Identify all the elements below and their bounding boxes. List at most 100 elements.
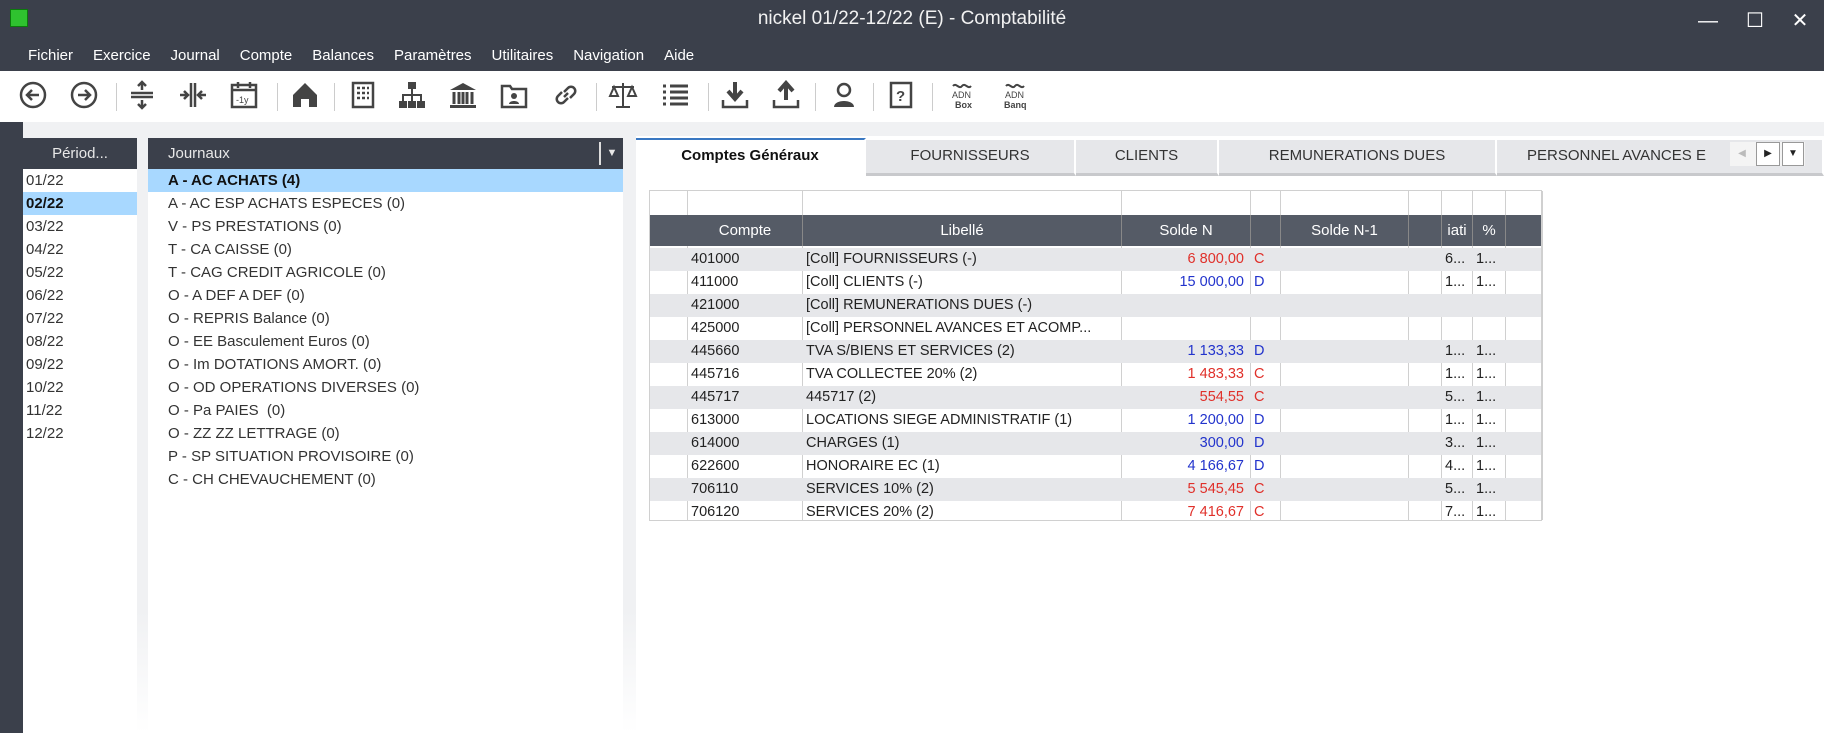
balance-scale-button[interactable] — [605, 79, 641, 115]
cell-var: 1... — [1445, 412, 1466, 428]
menu-journal[interactable]: Journal — [171, 41, 220, 70]
tab-scroll-right-icon[interactable]: ▶ — [1756, 142, 1780, 166]
org-chart-button[interactable] — [394, 79, 430, 115]
cell-libelle: [Coll] FOURNISSEURS (-) — [806, 251, 977, 267]
table-row[interactable]: 445717 445717 (2) 554,55 C 5... 1... — [650, 386, 1541, 409]
journal-item[interactable]: O - REPRIS Balance (0) — [148, 307, 623, 330]
link-button[interactable] — [548, 79, 584, 115]
expand-vertical-button[interactable] — [124, 79, 160, 115]
journal-item[interactable]: A - AC ESP ACHATS ESPECES (0) — [148, 192, 623, 215]
list-button[interactable] — [657, 79, 693, 115]
tab-scroll-left-icon[interactable]: ◀ — [1730, 142, 1754, 166]
period-item[interactable]: 03/22 — [23, 215, 137, 238]
column-header-percent[interactable]: % — [1473, 215, 1506, 246]
expand-vertical-icon — [127, 80, 157, 114]
tab-list-dropdown-icon[interactable]: ▼ — [1782, 142, 1804, 166]
column-header-sens-n-1[interactable] — [1409, 215, 1442, 246]
table-row[interactable]: 425000 [Coll] PERSONNEL AVANCES ET ACOMP.… — [650, 317, 1541, 340]
column-header-sens-n[interactable] — [1251, 215, 1281, 246]
journal-item[interactable]: A - AC ACHATS (4) — [148, 169, 623, 192]
journal-item[interactable]: O - Im DOTATIONS AMORT. (0) — [148, 353, 623, 376]
period-item[interactable]: 11/22 — [23, 399, 137, 422]
user-icon — [829, 80, 859, 114]
journals-header-label: Journaux — [168, 145, 230, 162]
period-item[interactable]: 05/22 — [23, 261, 137, 284]
journal-item[interactable]: T - CAG CREDIT AGRICOLE (0) — [148, 261, 623, 284]
period-item[interactable]: 08/22 — [23, 330, 137, 353]
period-item[interactable]: 02/22 — [23, 192, 137, 215]
menu-aide[interactable]: Aide — [664, 41, 694, 70]
menu-balances[interactable]: Balances — [312, 41, 374, 70]
close-button[interactable]: ✕ — [1780, 6, 1820, 36]
menu-parametres[interactable]: Paramètres — [394, 41, 472, 70]
period-item[interactable]: 10/22 — [23, 376, 137, 399]
tab-remunerations-dues[interactable]: REMUNERATIONS DUES — [1219, 140, 1497, 176]
adn-banq-button[interactable]: ADN Banq — [998, 79, 1034, 115]
journal-item[interactable]: P - SP SITUATION PROVISOIRE (0) — [148, 445, 623, 468]
home-button[interactable] — [287, 79, 323, 115]
calendar-minus-1y-button[interactable]: -1y — [226, 79, 262, 115]
journal-item[interactable]: O - EE Basculement Euros (0) — [148, 330, 623, 353]
user-button[interactable] — [826, 79, 862, 115]
column-header-solde-n-1[interactable]: Solde N-1 — [1281, 215, 1409, 246]
adn-box-button[interactable]: ADN Box — [945, 79, 981, 115]
period-item[interactable]: 07/22 — [23, 307, 137, 330]
table-row[interactable]: 401000 [Coll] FOURNISSEURS (-) 6 800,00 C 6.… — [650, 248, 1541, 271]
menu-compte[interactable]: Compte — [240, 41, 293, 70]
collapse-horizontal-button[interactable] — [175, 79, 211, 115]
period-item[interactable]: 06/22 — [23, 284, 137, 307]
table-row[interactable]: 706110 SERVICES 10% (2) 5 545,45 C 5... 1... — [650, 478, 1541, 501]
cell-solde: 300,00 — [1199, 435, 1244, 451]
table-row[interactable]: 445660 TVA S/BIENS ET SERVICES (2) 1 133,3… — [650, 340, 1541, 363]
table-row[interactable]: 411000 [Coll] CLIENTS (-) 15 000,00 D 1... 1.… — [650, 271, 1541, 294]
column-header-compte[interactable]: Compte — [688, 215, 803, 246]
back-button[interactable] — [15, 79, 51, 115]
forward-button[interactable] — [66, 79, 102, 115]
table-row[interactable]: 445716 TVA COLLECTEE 20% (2) 1 483,33 C 1...… — [650, 363, 1541, 386]
cell-compte: 614000 — [691, 435, 740, 451]
menu-exercice[interactable]: Exercice — [93, 41, 151, 70]
maximize-button[interactable]: ☐ — [1735, 6, 1775, 36]
contact-folder-button[interactable] — [496, 79, 532, 115]
journal-item[interactable]: T - CA CAISSE (0) — [148, 238, 623, 261]
bank-button[interactable] — [445, 79, 481, 115]
table-row[interactable]: 613000 LOCATIONS SIEGE ADMINISTRATIF (1) 1… — [650, 409, 1541, 432]
building-button[interactable] — [345, 79, 381, 115]
journal-item[interactable]: O - OD OPERATIONS DIVERSES (0) — [148, 376, 623, 399]
tab-clients[interactable]: CLIENTS — [1076, 140, 1219, 176]
table-row[interactable]: 622600 HONORAIRE EC (1) 4 166,67 D 4... 1... — [650, 455, 1541, 478]
download-button[interactable] — [717, 79, 753, 115]
journal-item[interactable]: O - A DEF A DEF (0) — [148, 284, 623, 307]
period-item[interactable]: 09/22 — [23, 353, 137, 376]
table-row[interactable]: 421000 [Coll] REMUNERATIONS DUES (-) — [650, 294, 1541, 317]
tab-comptes-g-n-raux[interactable]: Comptes Généraux — [636, 138, 866, 174]
cell-sens: D — [1254, 435, 1265, 451]
journal-item[interactable]: C - CH CHEVAUCHEMENT (0) — [148, 468, 623, 491]
cell-libelle: LOCATIONS SIEGE ADMINISTRATIF (1) — [806, 412, 1073, 428]
tab-fournisseurs[interactable]: FOURNISSEURS — [866, 140, 1076, 176]
table-row[interactable]: 706120 SERVICES 20% (2) 7 416,67 C 7... 1... — [650, 501, 1541, 524]
period-item[interactable]: 04/22 — [23, 238, 137, 261]
period-header[interactable]: Périod... — [23, 138, 137, 169]
column-header-solde-n[interactable]: Solde N — [1122, 215, 1251, 246]
cell-sens: C — [1254, 366, 1265, 382]
period-item[interactable]: 12/22 — [23, 422, 137, 445]
menu-navigation[interactable]: Navigation — [573, 41, 644, 70]
journals-dropdown-icon[interactable]: ▼ — [599, 142, 623, 165]
journal-item[interactable]: O - ZZ ZZ LETTRAGE (0) — [148, 422, 623, 445]
table-row[interactable]: 614000 CHARGES (1) 300,00 D 3... 1... — [650, 432, 1541, 455]
column-header-variation[interactable]: iati — [1442, 215, 1473, 246]
svg-text:?: ? — [896, 88, 905, 105]
journal-item[interactable]: O - Pa PAIES (0) — [148, 399, 623, 422]
cell-solde: 4 166,67 — [1187, 458, 1244, 474]
menu-fichier[interactable]: Fichier — [28, 41, 73, 70]
help-book-button[interactable]: ? — [883, 79, 919, 115]
period-item[interactable]: 01/22 — [23, 169, 137, 192]
svg-text:Box: Box — [955, 100, 972, 110]
journal-item[interactable]: V - PS PRESTATIONS (0) — [148, 215, 623, 238]
menu-utilitaires[interactable]: Utilitaires — [492, 41, 554, 70]
cell-compte: 445717 — [691, 389, 740, 405]
column-header-libelle[interactable]: Libellé — [803, 215, 1122, 246]
upload-button[interactable] — [768, 79, 804, 115]
minimize-button[interactable]: — — [1688, 6, 1728, 36]
